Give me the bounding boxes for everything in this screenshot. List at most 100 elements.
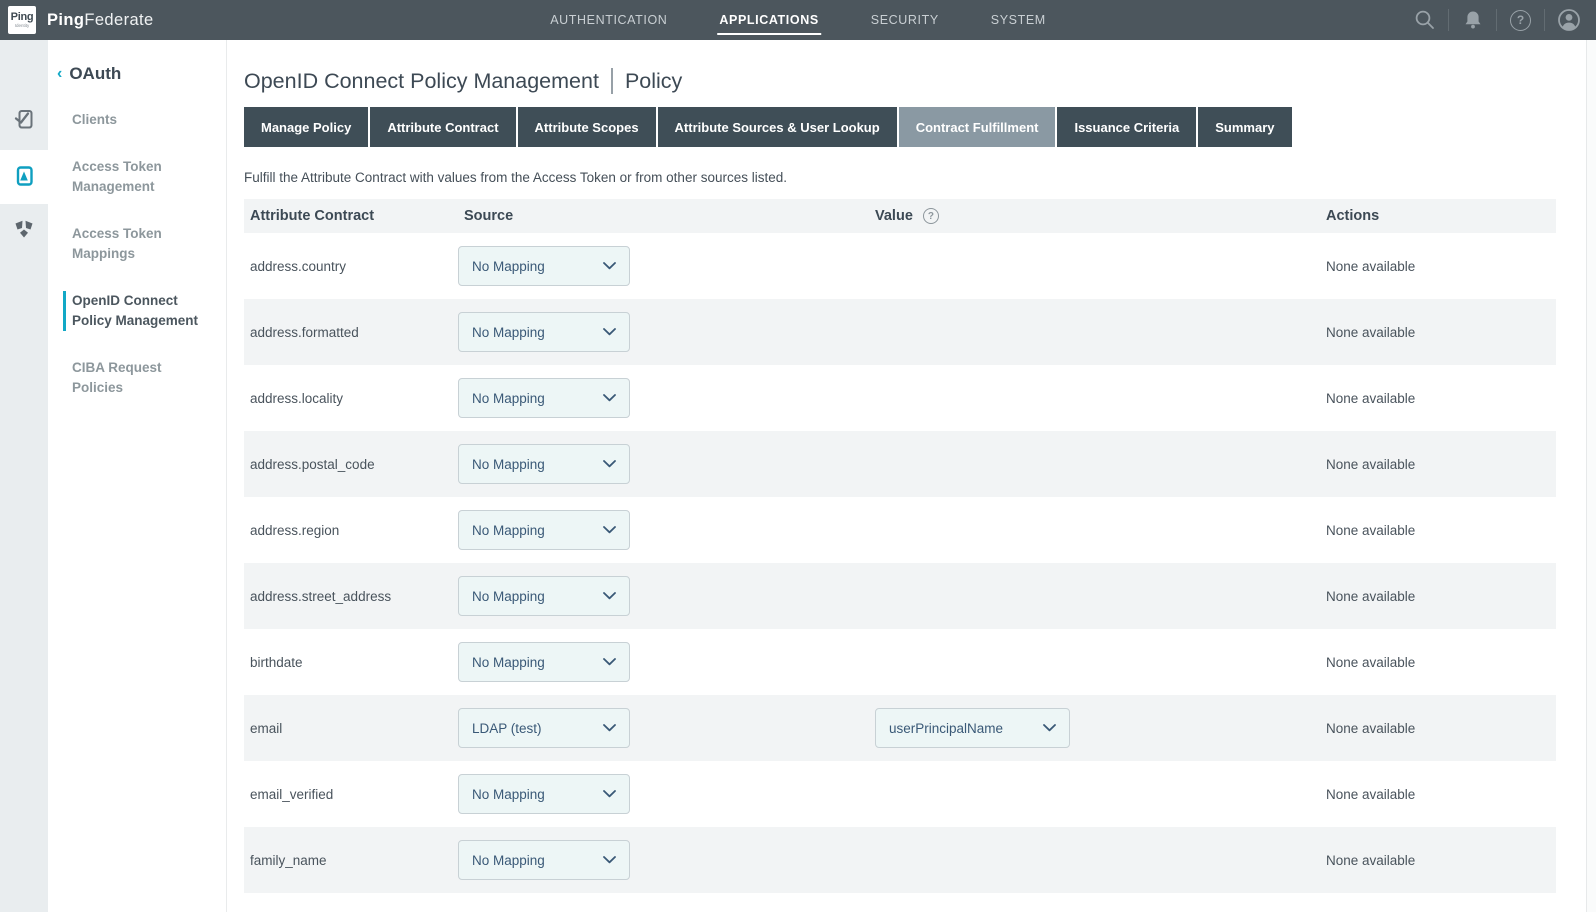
sidebar-section-title: OAuth	[69, 64, 121, 84]
approved-app-icon[interactable]	[12, 107, 36, 131]
chevron-down-icon	[1043, 724, 1056, 732]
title-separator	[611, 68, 613, 94]
attribute-name: email_verified	[244, 787, 458, 802]
sidebar-item-access-token-mappings[interactable]: Access Token Mappings	[63, 224, 213, 264]
avatar-icon-glyph	[1557, 8, 1581, 32]
header-attribute-contract: Attribute Contract	[244, 208, 458, 224]
chevron-down-icon	[603, 856, 616, 864]
table-row: address.street_address No Mapping None ava…	[244, 563, 1556, 629]
source-dropdown[interactable]: LDAP (test)	[458, 708, 630, 748]
table-row: email_verified No Mapping None available	[244, 761, 1556, 827]
page-description: Fulfill the Attribute Contract with valu…	[244, 170, 1586, 185]
attribute-name: address.formatted	[244, 325, 458, 340]
actions-text: None available	[1326, 325, 1556, 340]
notifications-bell-icon[interactable]	[1449, 9, 1496, 31]
help-icon[interactable]: ?	[1497, 10, 1544, 31]
value-dropdown-value: userPrincipalName	[889, 721, 1003, 736]
table-body: address.countryNo MappingNone availablea…	[244, 233, 1556, 893]
product-name-suffix: Federate	[84, 11, 153, 29]
product-name-prefix: Ping	[47, 11, 84, 29]
source-dropdown-value: No Mapping	[472, 787, 545, 802]
page-title-row: OpenID Connect Policy Management Policy	[244, 68, 1586, 94]
tab-summary[interactable]: Summary	[1198, 107, 1291, 147]
table-row: address.countryNo MappingNone available	[244, 233, 1556, 299]
attribute-name: address.postal_code	[244, 457, 458, 472]
search-icon-glyph	[1413, 8, 1437, 32]
vertical-scrollbar[interactable]	[1586, 40, 1596, 912]
tab-attribute-contract[interactable]: Attribute Contract	[370, 107, 515, 147]
ping-logo-text: Ping	[11, 12, 34, 23]
nav-applications[interactable]: APPLICATIONS	[719, 0, 818, 40]
oauth-token-icon[interactable]	[12, 164, 36, 188]
actions-text: None available	[1326, 787, 1556, 802]
header-value-label: Value	[875, 208, 913, 224]
attribute-name: address.locality	[244, 391, 458, 406]
source-dropdown[interactable]: No Mapping	[458, 246, 630, 286]
chevron-down-icon	[603, 328, 616, 336]
actions-text: None available	[1326, 391, 1556, 406]
icon-rail	[0, 40, 48, 912]
sidebar-back-oauth[interactable]: ‹ OAuth	[57, 64, 226, 84]
account-avatar-icon[interactable]	[1545, 8, 1592, 32]
source-dropdown[interactable]: No Mapping	[458, 840, 630, 880]
attribute-name: address.street_address	[244, 589, 458, 604]
actions-text: None available	[1326, 259, 1556, 274]
top-nav: AUTHENTICATION APPLICATIONS SECURITY SYSTEM	[550, 0, 1046, 40]
help-icon-glyph: ?	[1510, 10, 1531, 31]
value-help-icon[interactable]: ?	[923, 208, 939, 224]
actions-text: None available	[1326, 655, 1556, 670]
ping-logo[interactable]: Ping Identity	[8, 6, 36, 34]
source-dropdown-value: No Mapping	[472, 853, 545, 868]
tab-contract-fulfillment[interactable]: Contract Fulfillment	[899, 107, 1056, 147]
nav-system[interactable]: SYSTEM	[991, 0, 1046, 40]
source-dropdown[interactable]: No Mapping	[458, 576, 630, 616]
sidebar-item-ciba-request-policies[interactable]: CIBA Request Policies	[63, 358, 213, 398]
table-row: address.localityNo Mapping None available	[244, 365, 1556, 431]
chevron-down-icon	[603, 262, 616, 270]
main-content: OpenID Connect Policy Management Policy …	[227, 40, 1586, 912]
tab-attribute-scopes[interactable]: Attribute Scopes	[518, 107, 656, 147]
source-dropdown-value: No Mapping	[472, 523, 545, 538]
source-dropdown[interactable]: No Mapping	[458, 642, 630, 682]
sp-connections-icon[interactable]	[12, 217, 36, 241]
source-dropdown[interactable]: No Mapping	[458, 312, 630, 352]
product-name: PingFederate	[47, 11, 154, 30]
actions-text: None available	[1326, 457, 1556, 472]
sidebar-item-openid-connect-policy-management[interactable]: OpenID Connect Policy Management	[63, 291, 213, 331]
sidebar-items: Clients Access Token Management Access Tok…	[48, 110, 226, 398]
source-dropdown-value: No Mapping	[472, 655, 545, 670]
header-source: Source	[458, 208, 875, 224]
source-dropdown-value: No Mapping	[472, 259, 545, 274]
search-icon[interactable]	[1401, 8, 1448, 32]
actions-text: None available	[1326, 589, 1556, 604]
back-chevron-icon: ‹	[57, 66, 62, 82]
table-row: address.formattedNo Mapping None availabl…	[244, 299, 1556, 365]
ping-logo-subtext: Identity	[15, 24, 30, 29]
tab-manage-policy[interactable]: Manage Policy	[244, 107, 368, 147]
nav-security[interactable]: SECURITY	[871, 0, 939, 40]
source-dropdown[interactable]: No Mapping	[458, 774, 630, 814]
tab-bar: Manage PolicyAttribute ContractAttribute…	[244, 107, 1586, 147]
actions-text: None available	[1326, 523, 1556, 538]
fulfillment-table: Attribute Contract Source Value ? Action…	[244, 199, 1556, 893]
tab-issuance-criteria[interactable]: Issuance Criteria	[1057, 107, 1196, 147]
page-title: OpenID Connect Policy Management	[244, 69, 599, 94]
source-dropdown-value: No Mapping	[472, 589, 545, 604]
value-dropdown[interactable]: userPrincipalName	[875, 708, 1070, 748]
header-value: Value ?	[875, 208, 1326, 224]
attribute-name: address.region	[244, 523, 458, 538]
source-dropdown[interactable]: No Mapping	[458, 378, 630, 418]
nav-authentication[interactable]: AUTHENTICATION	[550, 0, 667, 40]
tab-attribute-sources-user-lookup[interactable]: Attribute Sources & User Lookup	[658, 107, 897, 147]
source-dropdown-value: LDAP (test)	[472, 721, 542, 736]
table-header-row: Attribute Contract Source Value ? Action…	[244, 199, 1556, 233]
source-dropdown[interactable]: No Mapping	[458, 444, 630, 484]
table-row: address.region No Mapping None available	[244, 497, 1556, 563]
sidebar-item-access-token-management[interactable]: Access Token Management	[63, 157, 213, 197]
chevron-down-icon	[603, 790, 616, 798]
actions-text: None available	[1326, 721, 1556, 736]
attribute-name: email	[244, 721, 458, 736]
table-row: address.postal_codeNo Mapping None availa…	[244, 431, 1556, 497]
source-dropdown[interactable]: No Mapping	[458, 510, 630, 550]
sidebar-item-clients[interactable]: Clients	[63, 110, 213, 130]
